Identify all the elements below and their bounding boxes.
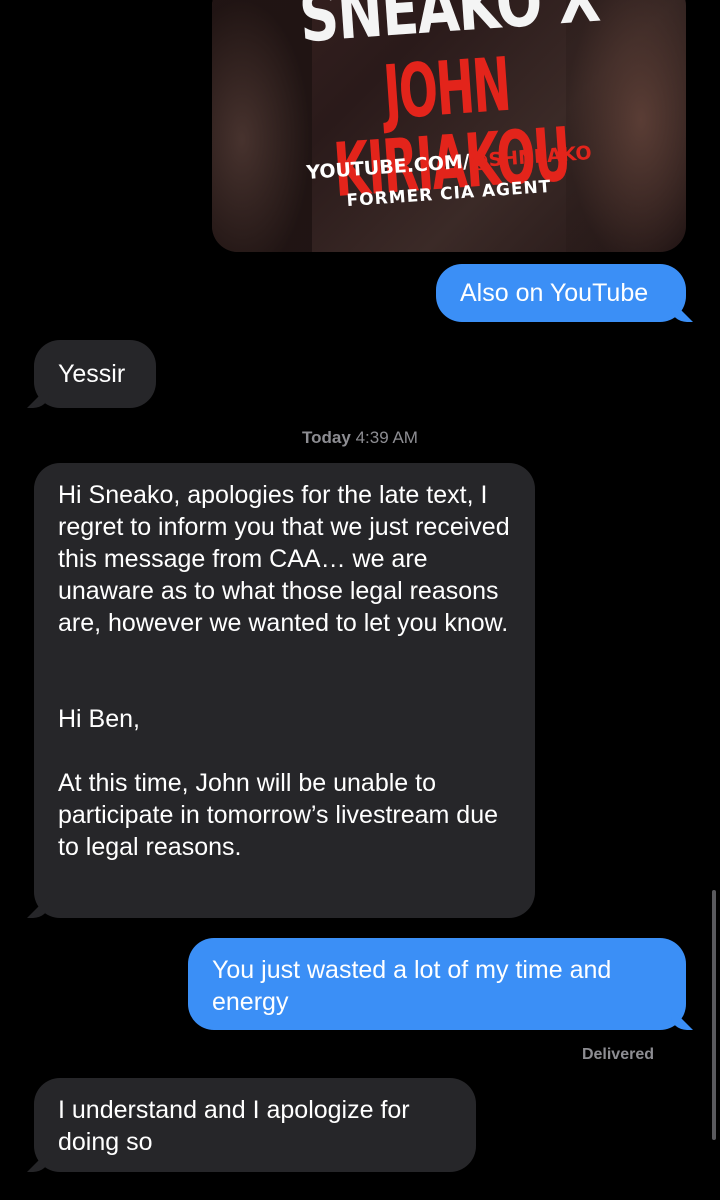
timestamp-time: 4:39 AM bbox=[355, 428, 418, 447]
message-timestamp: Today 4:39 AM bbox=[0, 428, 720, 448]
message-text: I understand and I apologize for doing s… bbox=[58, 1096, 410, 1156]
received-message-yessir[interactable]: Yessir bbox=[34, 340, 156, 408]
sent-message-also-on-youtube[interactable]: Also on YouTube bbox=[436, 264, 686, 322]
received-message-cancellation[interactable]: Hi Sneako, apologies for the late text, … bbox=[34, 463, 535, 918]
delivery-status: Delivered bbox=[581, 1046, 654, 1063]
timestamp-day: Today bbox=[302, 428, 351, 447]
attachment-image[interactable]: SNEAKO X JOHN KIRIAKOU YOUTUBE.COM/@SHNE… bbox=[212, 0, 686, 252]
message-text: Also on YouTube bbox=[460, 279, 649, 307]
received-message-apology[interactable]: I understand and I apologize for doing s… bbox=[34, 1078, 476, 1172]
sent-message-wasted-time[interactable]: You just wasted a lot of my time and ene… bbox=[188, 938, 686, 1030]
messages-thread[interactable]: SNEAKO X JOHN KIRIAKOU YOUTUBE.COM/@SHNE… bbox=[0, 0, 720, 1200]
message-text: Hi Sneako, apologies for the late text, … bbox=[58, 481, 510, 861]
message-text: Yessir bbox=[58, 360, 126, 388]
message-text: You just wasted a lot of my time and ene… bbox=[212, 956, 612, 1016]
scroll-indicator[interactable] bbox=[712, 890, 716, 1140]
